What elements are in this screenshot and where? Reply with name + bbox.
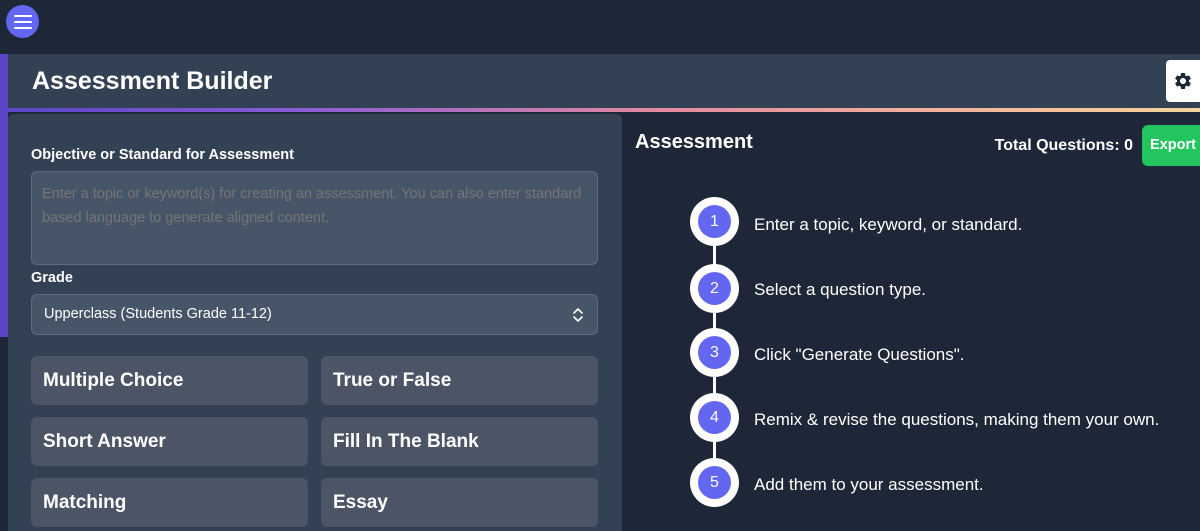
short-answer-button[interactable]: Short Answer: [31, 417, 308, 466]
step-4-number: 4: [698, 401, 731, 434]
assessment-panel: Assessment Total Questions: 0 Export 1 E…: [622, 114, 1200, 531]
grade-select-value: Upperclass (Students Grade 11-12): [44, 306, 272, 322]
essay-button[interactable]: Essay: [321, 478, 598, 527]
menu-icon: [13, 14, 32, 29]
step-2-marker: 2: [690, 264, 739, 313]
multiple-choice-button[interactable]: Multiple Choice: [31, 356, 308, 405]
true-or-false-button[interactable]: True or False: [321, 356, 598, 405]
total-questions-count: Total Questions: 0: [994, 137, 1133, 154]
matching-button[interactable]: Matching: [31, 478, 308, 527]
export-button[interactable]: Export: [1142, 125, 1200, 166]
menu-button[interactable]: [6, 5, 39, 38]
page-title: Assessment Builder: [32, 67, 273, 95]
fill-in-the-blank-button[interactable]: Fill In The Blank: [321, 417, 598, 466]
top-bar: [0, 0, 1200, 54]
settings-button[interactable]: [1166, 60, 1200, 102]
step-2-number: 2: [698, 272, 731, 305]
objective-input[interactable]: [31, 171, 598, 265]
grade-select[interactable]: Upperclass (Students Grade 11-12): [31, 294, 598, 335]
step-1-number: 1: [698, 205, 731, 238]
gear-icon: [1175, 73, 1191, 89]
builder-form-panel: Objective or Standard for Assessment Gra…: [8, 114, 622, 531]
step-5-marker: 5: [690, 458, 739, 507]
step-4-marker: 4: [690, 393, 739, 442]
select-arrows-icon: [573, 308, 583, 322]
step-5-number: 5: [698, 466, 731, 499]
step-1-text: Enter a topic, keyword, or standard.: [754, 215, 1023, 234]
objective-label: Objective or Standard for Assessment: [31, 147, 294, 163]
step-4-text: Remix & revise the questions, making the…: [754, 410, 1160, 429]
step-1-marker: 1: [690, 197, 739, 246]
grade-label: Grade: [31, 270, 73, 286]
left-accent-bar: [0, 112, 8, 337]
step-5-text: Add them to your assessment.: [754, 475, 984, 494]
step-2-text: Select a question type.: [754, 280, 927, 299]
step-3-marker: 3: [690, 328, 739, 377]
step-3-number: 3: [698, 336, 731, 369]
step-3-text: Click "Generate Questions".: [754, 345, 965, 364]
page-header: Assessment Builder: [0, 54, 1200, 110]
header-divider: [0, 108, 1200, 112]
assessment-title: Assessment: [635, 131, 753, 153]
